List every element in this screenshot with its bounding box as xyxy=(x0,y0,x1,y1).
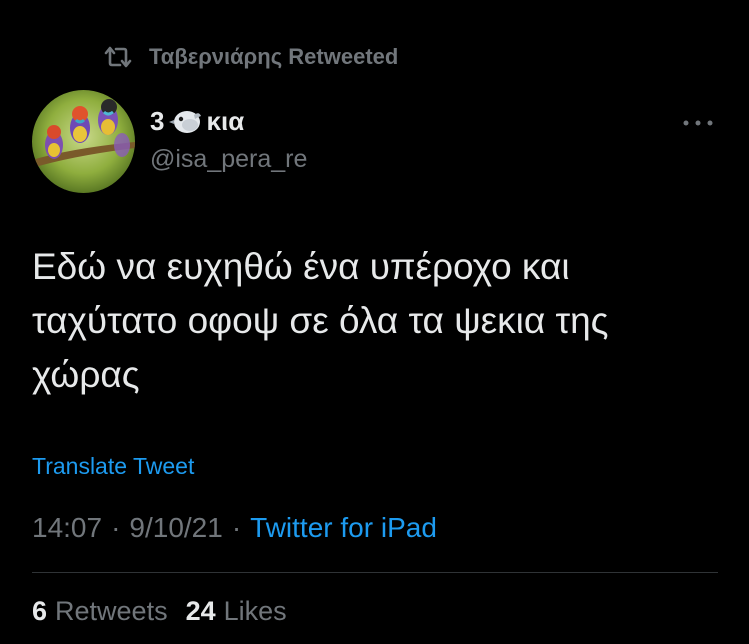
retweet-icon xyxy=(104,46,132,68)
tweet-time[interactable]: 14:07 xyxy=(32,512,102,544)
likes-stat[interactable]: 24 Likes xyxy=(186,596,287,627)
likes-label: Likes xyxy=(223,596,287,626)
bird-emoji-icon xyxy=(169,110,202,133)
author-display-name[interactable]: 3 κια xyxy=(150,106,244,137)
retweets-stat[interactable]: 6 Retweets xyxy=(32,596,168,627)
meta-separator: · xyxy=(231,512,242,543)
tweet-stats: 6 Retweets 24 Likes xyxy=(32,596,305,627)
tweet-date[interactable]: 9/10/21 xyxy=(129,512,222,544)
likes-count: 24 xyxy=(185,596,216,626)
tweet-meta: 14:07 · 9/10/21 · Twitter for iPad xyxy=(32,512,437,544)
author-handle[interactable]: @isa_pera_re xyxy=(150,145,307,174)
author-name-suffix: κια xyxy=(206,106,245,136)
meta-separator: · xyxy=(111,512,121,543)
tweet-detail: Ταβερνιάρης Retweeted 3 κια @isa_pera_re… xyxy=(0,0,749,644)
retweet-context[interactable]: Ταβερνιάρης Retweeted xyxy=(103,40,398,74)
retweets-label: Retweets xyxy=(55,596,168,626)
author-name-prefix: 3 xyxy=(150,106,165,136)
avatar-image xyxy=(32,90,135,193)
tweet-text: Εδώ να ευχηθώ ένα υπέροχο και ταχύτατο ο… xyxy=(32,246,609,395)
tweet-source-link[interactable]: Twitter for iPad xyxy=(250,512,437,544)
retweets-count: 6 xyxy=(32,596,48,626)
retweet-label: Ταβερνιάρης Retweeted xyxy=(149,44,399,69)
divider xyxy=(32,572,718,573)
translate-tweet-link[interactable]: Translate Tweet xyxy=(32,453,194,480)
more-horizontal-icon[interactable] xyxy=(680,113,716,133)
avatar[interactable] xyxy=(32,90,135,193)
